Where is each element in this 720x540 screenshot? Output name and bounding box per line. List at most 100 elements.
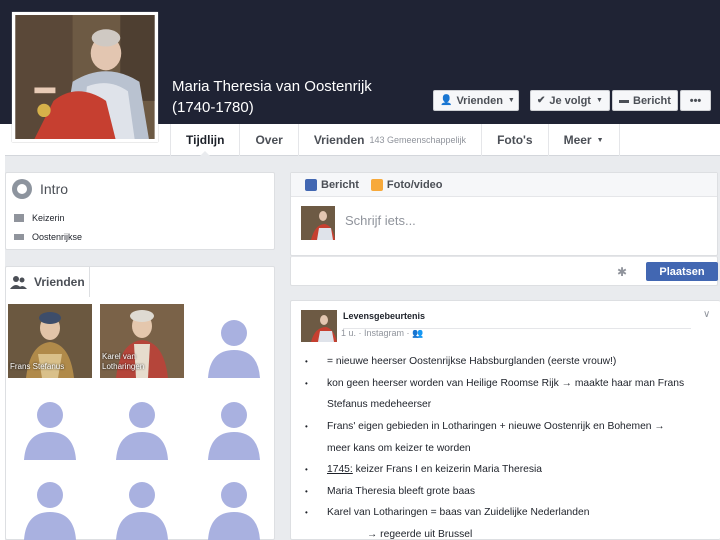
- friend-placeholder[interactable]: [192, 386, 276, 460]
- post-meta: 1 u. · Instagram · 👥: [341, 328, 423, 339]
- profile-name-line1: Maria Theresia van Oostenrijk: [172, 78, 372, 95]
- message-button[interactable]: ▬ Bericht: [612, 90, 678, 111]
- composer-actions: ✱ Plaatsen: [290, 256, 718, 286]
- message-button-label: Bericht: [633, 94, 671, 107]
- tab-timeline-label: Tijdlijn: [186, 133, 225, 147]
- tab-more[interactable]: Meer ▼: [549, 124, 620, 156]
- profile-picture[interactable]: [12, 12, 158, 142]
- profile-name: Maria Theresia van Oostenrijk (1740-1780…: [172, 76, 412, 118]
- user-silhouette-icon: [208, 402, 260, 460]
- friend-placeholder[interactable]: [192, 304, 276, 378]
- following-button[interactable]: ✔ Je volgt ▼: [530, 90, 610, 111]
- friend-tile[interactable]: Frans Stefanus: [8, 304, 92, 378]
- hat-icon: [14, 234, 24, 240]
- intro-title: Intro: [40, 181, 69, 197]
- more-options-label: •••: [689, 94, 702, 107]
- bullet: •: [305, 508, 308, 517]
- tab-timeline[interactable]: Tijdlijn: [170, 124, 241, 157]
- list-item-text: Maria Theresia bleeft grote baas: [327, 486, 476, 497]
- tab-more-label: Meer: [563, 133, 592, 147]
- intro-item-label: Keizerin: [32, 213, 65, 223]
- briefcase-icon: [14, 214, 24, 222]
- following-button-label: Je volgt: [549, 94, 591, 107]
- bullet: •: [305, 487, 308, 496]
- list-item-text: kon geen heerser worden van Heilige Room…: [327, 378, 685, 389]
- bullet: •: [305, 379, 308, 388]
- bullet: •: [305, 422, 308, 431]
- chevron-down-icon[interactable]: ∨: [703, 309, 710, 320]
- friend-name: Karel van Lotharingen: [102, 352, 144, 372]
- avatar[interactable]: [301, 310, 337, 342]
- friend-name-line1: Karel van: [102, 352, 136, 361]
- list-item-text: Stefanus medeheerser: [327, 399, 432, 410]
- globe-icon: [12, 179, 32, 199]
- tab-about-label: Over: [255, 133, 283, 147]
- friends-audience-icon: 👥: [412, 328, 424, 338]
- tab-friends-label: Vrienden: [313, 133, 365, 147]
- friend-name-line2: Lotharingen: [102, 362, 145, 371]
- friend-placeholder[interactable]: [100, 386, 184, 460]
- caret-down-icon: ▼: [507, 97, 515, 104]
- intro-header: Intro: [12, 179, 68, 199]
- friends-button-label: Vrienden: [456, 94, 503, 107]
- bullet: •: [305, 465, 308, 474]
- mutual-friends-count: 143 Gemeenschappelijk: [369, 135, 467, 145]
- avatar: [301, 206, 335, 240]
- message-icon: ▬: [619, 95, 629, 106]
- friend-tile[interactable]: Karel van Lotharingen: [100, 304, 184, 378]
- friends-card-header[interactable]: Vrienden: [6, 267, 90, 297]
- check-icon: ✔: [537, 95, 546, 106]
- user-silhouette-icon: [208, 482, 260, 540]
- tab-about[interactable]: Over: [240, 124, 299, 156]
- profile-tabs: Tijdlijn Over Vrienden 143 Gemeenschappe…: [170, 124, 620, 157]
- list-item-text: → regeerde uit Brussel: [367, 529, 473, 540]
- composer-tab-post-label: Bericht: [321, 178, 359, 191]
- bullet: •: [305, 357, 308, 366]
- user-silhouette-icon: [116, 402, 168, 460]
- list-item-text: 1745: keizer Frans I en keizerin Maria T…: [327, 459, 542, 480]
- friend-placeholder[interactable]: [8, 386, 92, 460]
- gear-icon[interactable]: ✱: [617, 265, 627, 279]
- composer-input[interactable]: Schrijf iets...: [345, 213, 416, 228]
- year-label: 1745:: [327, 464, 353, 475]
- friend-name: Frans Stefanus: [10, 362, 64, 372]
- friend-placeholder[interactable]: [8, 466, 92, 540]
- tab-photos[interactable]: Foto's: [482, 124, 549, 156]
- caret-down-icon: ▼: [596, 136, 604, 144]
- profile-name-line2: (1740-1780): [172, 99, 254, 116]
- intro-card: Intro Keizerin Oostenrijkse: [5, 172, 275, 250]
- intro-item-origin: Oostenrijkse: [14, 232, 82, 242]
- post-title[interactable]: Levensgebeurtenis: [343, 305, 691, 329]
- composer-tab-photo[interactable]: Foto/video: [370, 178, 443, 191]
- portrait-image: [15, 15, 155, 139]
- tab-photos-label: Foto's: [497, 133, 533, 147]
- list-item-text: Frans' eigen gebieden in Lotharingen + n…: [327, 421, 665, 432]
- friend-placeholder[interactable]: [100, 466, 184, 540]
- caret-down-icon: ▼: [595, 97, 603, 104]
- user-silhouette-icon: [24, 482, 76, 540]
- list-item-text: = nieuwe heerser Oostenrijkse Habsburgla…: [327, 356, 617, 367]
- friends-card: Vrienden Frans Stefanus Karel van Lothar…: [5, 266, 275, 540]
- friend-placeholder[interactable]: [192, 466, 276, 540]
- year-text: keizer Frans I en keizerin Maria Theresi…: [355, 464, 543, 475]
- post-button[interactable]: Plaatsen: [646, 262, 718, 281]
- user-silhouette-icon: [24, 402, 76, 460]
- composer-tab-post[interactable]: Bericht: [305, 178, 359, 191]
- composer-tab-photo-label: Foto/video: [386, 178, 443, 191]
- friends-card-title: Vrienden: [34, 275, 85, 289]
- list-item-text: Karel van Lotharingen = baas van Zuideli…: [327, 507, 590, 518]
- friend-name-line1: Frans Stefanus: [10, 362, 65, 371]
- user-silhouette-icon: [116, 482, 168, 540]
- photo-icon: [370, 178, 383, 191]
- life-event-post: Levensgebeurtenis 1 u. · Instagram · 👥 ∨…: [290, 300, 720, 540]
- list-item-text: meer kans om keizer te worden: [327, 443, 471, 454]
- tab-friends[interactable]: Vrienden 143 Gemeenschappelijk: [299, 124, 483, 156]
- post-timestamp[interactable]: 1 u. · Instagram ·: [341, 328, 410, 338]
- user-check-icon: 👤: [440, 95, 453, 106]
- pencil-icon: [305, 178, 317, 191]
- friends-button[interactable]: 👤 Vrienden ▼: [433, 90, 519, 111]
- intro-item-label: Oostenrijkse: [32, 232, 83, 242]
- friends-icon: [10, 275, 28, 289]
- more-options-button[interactable]: •••: [680, 90, 711, 111]
- user-silhouette-icon: [208, 320, 260, 378]
